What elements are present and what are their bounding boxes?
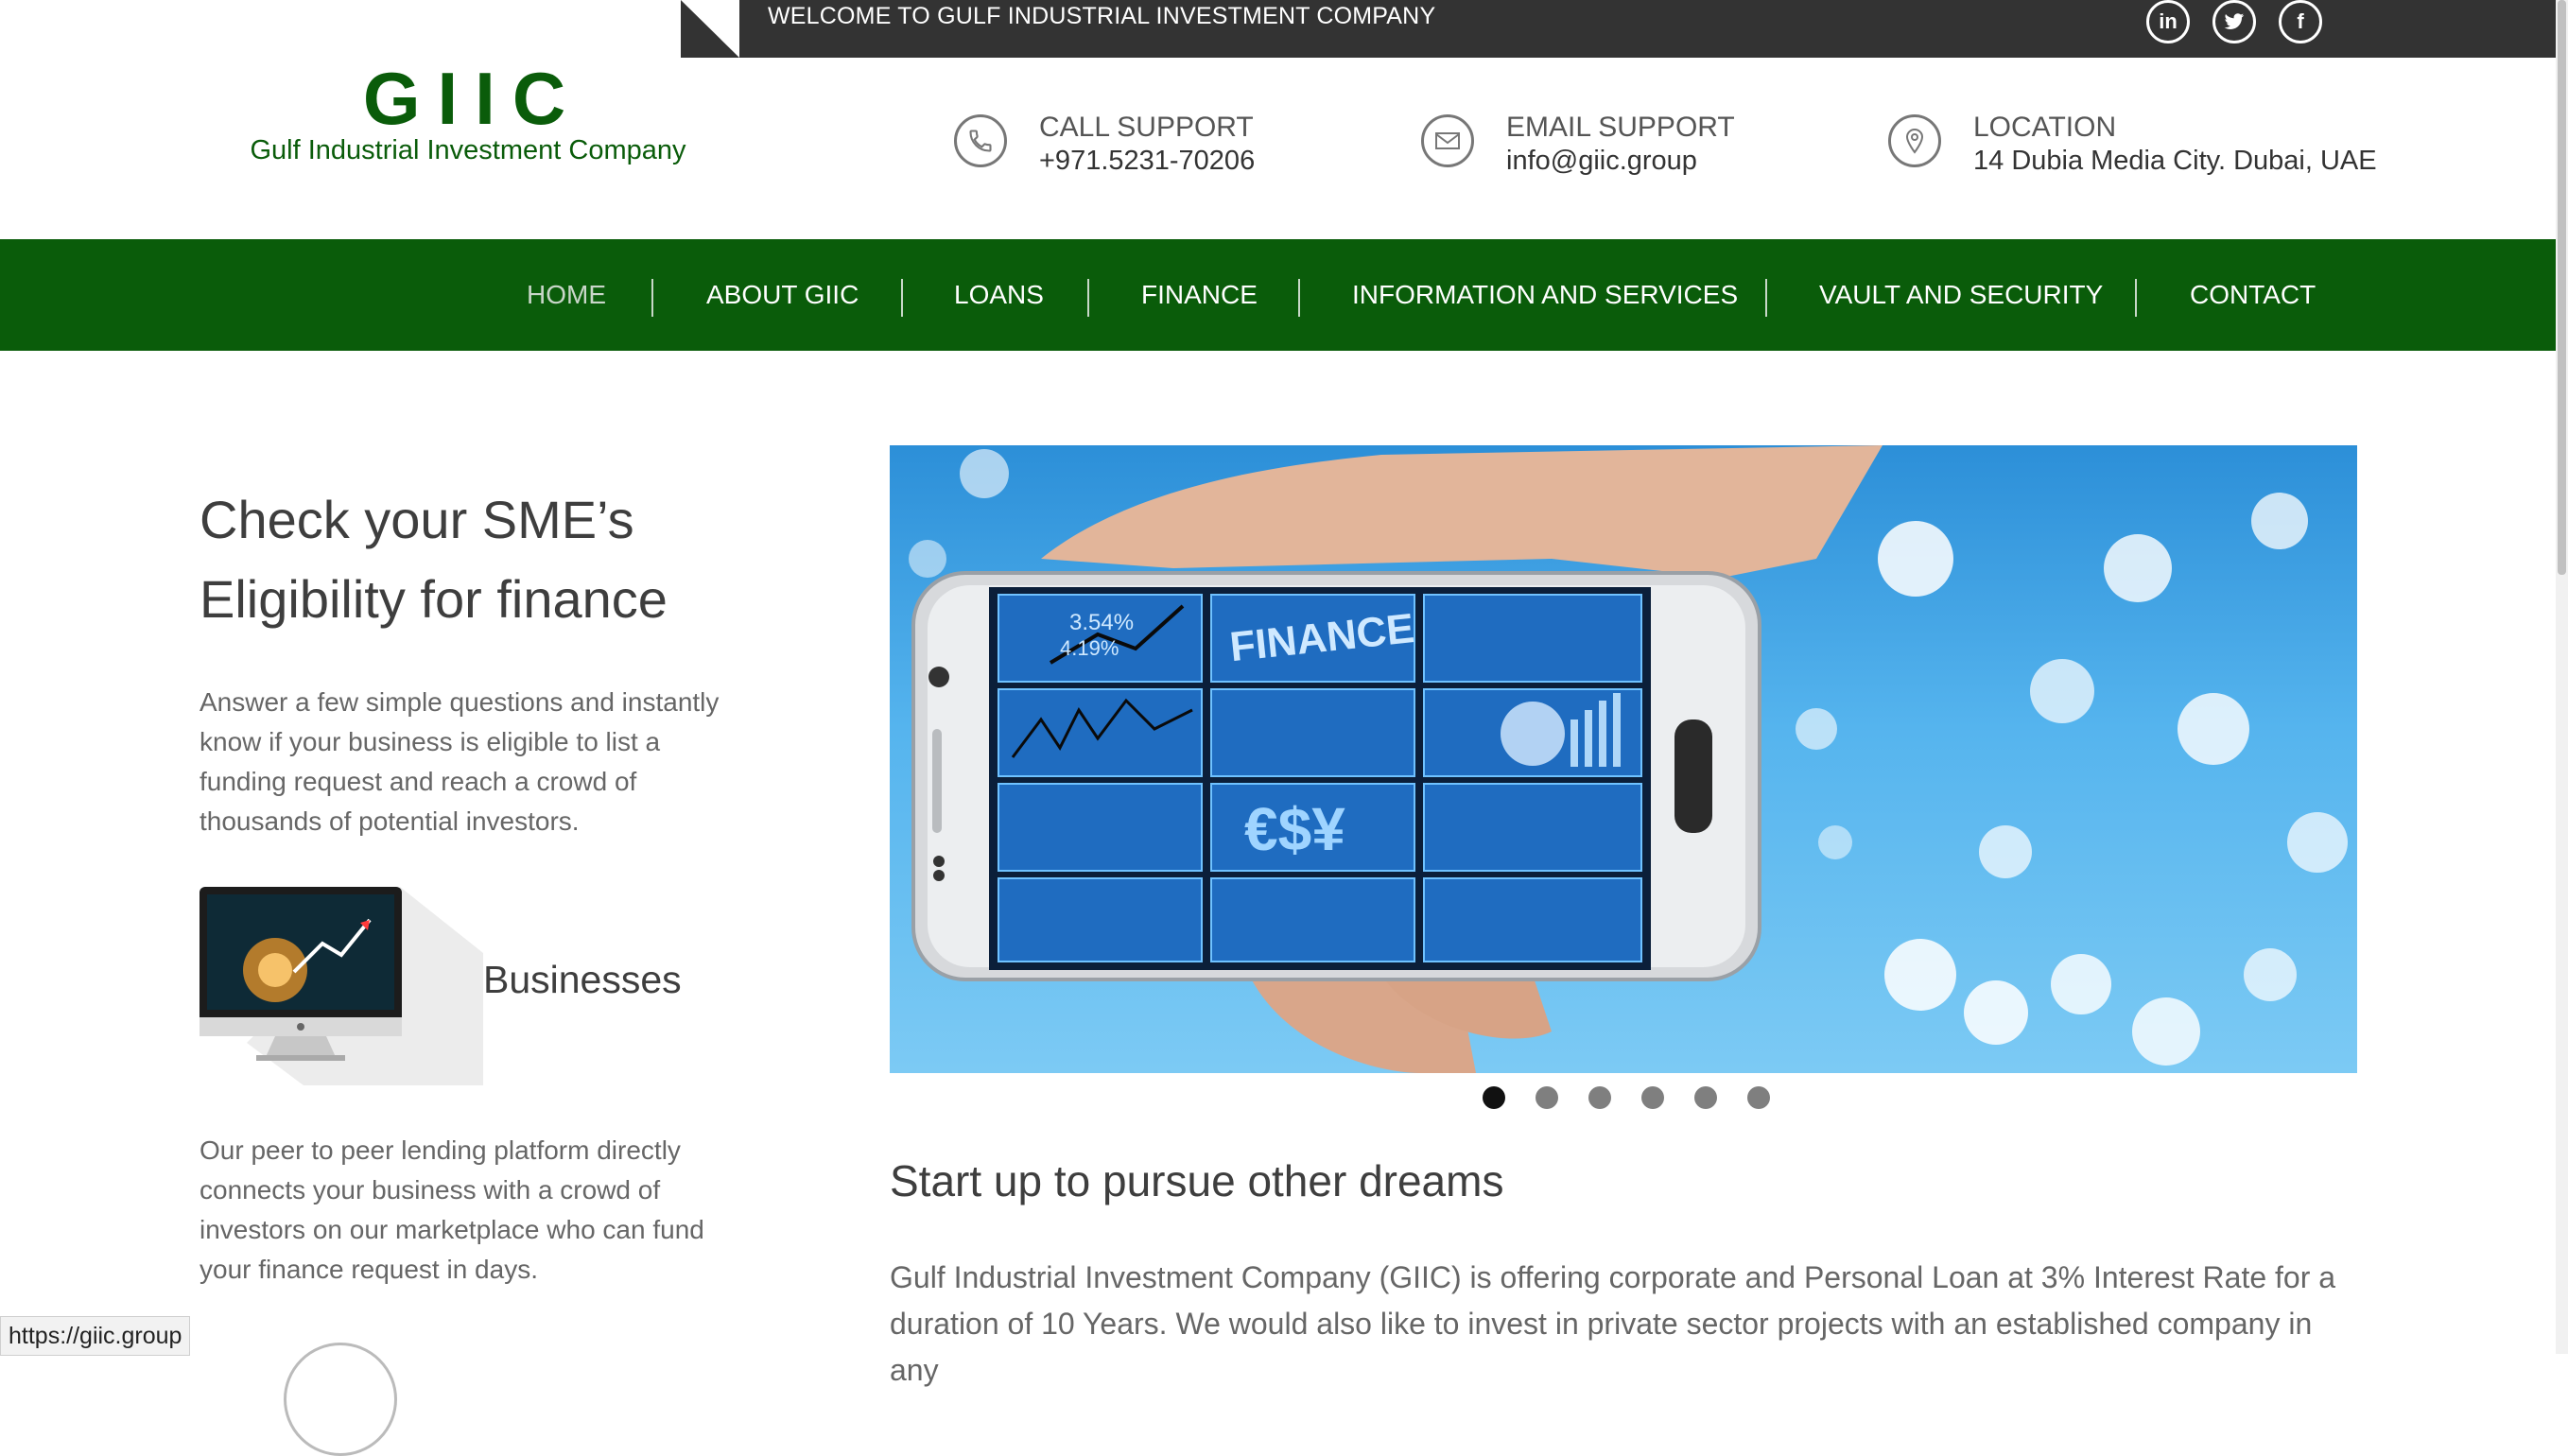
call-support-number[interactable]: +971.5231-70206 (1039, 146, 1255, 177)
status-bar-url: https://giic.group (0, 1316, 191, 1356)
headline-line-1: Check your SME’s (200, 490, 634, 549)
phone-icon (954, 114, 1007, 167)
nav-vault-and-security[interactable]: VAULT AND SECURITY (1819, 239, 2103, 351)
nav-divider (1087, 279, 1089, 317)
linkedin-icon[interactable]: in (2146, 0, 2190, 43)
logo-subtitle: Gulf Industrial Investment Company (250, 135, 686, 165)
nav-loans[interactable]: LOANS (954, 239, 1044, 351)
nav-information-and-services[interactable]: INFORMATION AND SERVICES (1352, 239, 1738, 351)
slider-dot-5[interactable] (1694, 1086, 1717, 1109)
nav-divider (1765, 279, 1767, 317)
email-support-address[interactable]: info@giic.group (1506, 146, 1697, 177)
page-scrollbar-thumb[interactable] (2558, 0, 2566, 575)
nav-divider (901, 279, 903, 317)
next-section-image (284, 1343, 397, 1456)
businesses-monitor-image[interactable] (200, 887, 483, 1085)
screen-rate-text: 3.54% (1069, 610, 1134, 635)
nav-finance[interactable]: FINANCE (1141, 239, 1258, 351)
slide-title: Start up to pursue other dreams (890, 1156, 1504, 1205)
envelope-icon (1421, 114, 1474, 167)
nav-divider (2135, 279, 2137, 317)
call-support-title: CALL SUPPORT (1039, 112, 1254, 143)
businesses-description: Our peer to peer lending platform direct… (200, 1135, 704, 1284)
nav-about-giic[interactable]: ABOUT GIIC (706, 239, 859, 351)
headline-line-2: Eligibility for finance (200, 569, 668, 629)
location-title: LOCATION (1973, 112, 2117, 143)
slider-dot-3[interactable] (1588, 1086, 1611, 1109)
slide-description: Gulf Industrial Investment Company (GIIC… (890, 1260, 2336, 1387)
welcome-text: WELCOME TO GULF INDUSTRIAL INVESTMENT CO… (768, 3, 1436, 29)
email-support-title: EMAIL SUPPORT (1506, 112, 1735, 143)
facebook-icon[interactable]: f (2279, 0, 2322, 43)
slider-dot-1[interactable] (1483, 1086, 1505, 1109)
hero-slider[interactable]: 3.54% 4.19% FINANCE €$¥ (890, 445, 2357, 1073)
location-address: 14 Dubia Media City. Dubai, UAE (1973, 146, 2377, 176)
twitter-icon[interactable] (2212, 0, 2256, 43)
nav-contact[interactable]: CONTACT (2190, 239, 2316, 351)
eligibility-headline: Check your SME’s Eligibility for finance (200, 480, 805, 639)
businesses-label[interactable]: Businesses (483, 958, 682, 1002)
map-pin-icon (1888, 114, 1941, 167)
main-nav: HOME ABOUT GIIC LOANS FINANCE INFORMATIO… (0, 239, 2556, 351)
eligibility-intro: Answer a few simple questions and instan… (200, 687, 720, 836)
slider-dot-6[interactable] (1747, 1086, 1770, 1109)
nav-home[interactable]: HOME (527, 239, 606, 351)
svg-text:€$¥: €$¥ (1244, 795, 1345, 863)
slider-dot-4[interactable] (1641, 1086, 1664, 1109)
svg-text:4.19%: 4.19% (1060, 636, 1119, 660)
slider-dot-2[interactable] (1536, 1086, 1558, 1109)
nav-divider (651, 279, 653, 317)
logo-mark[interactable]: GIIC (284, 59, 662, 138)
nav-divider (1298, 279, 1300, 317)
